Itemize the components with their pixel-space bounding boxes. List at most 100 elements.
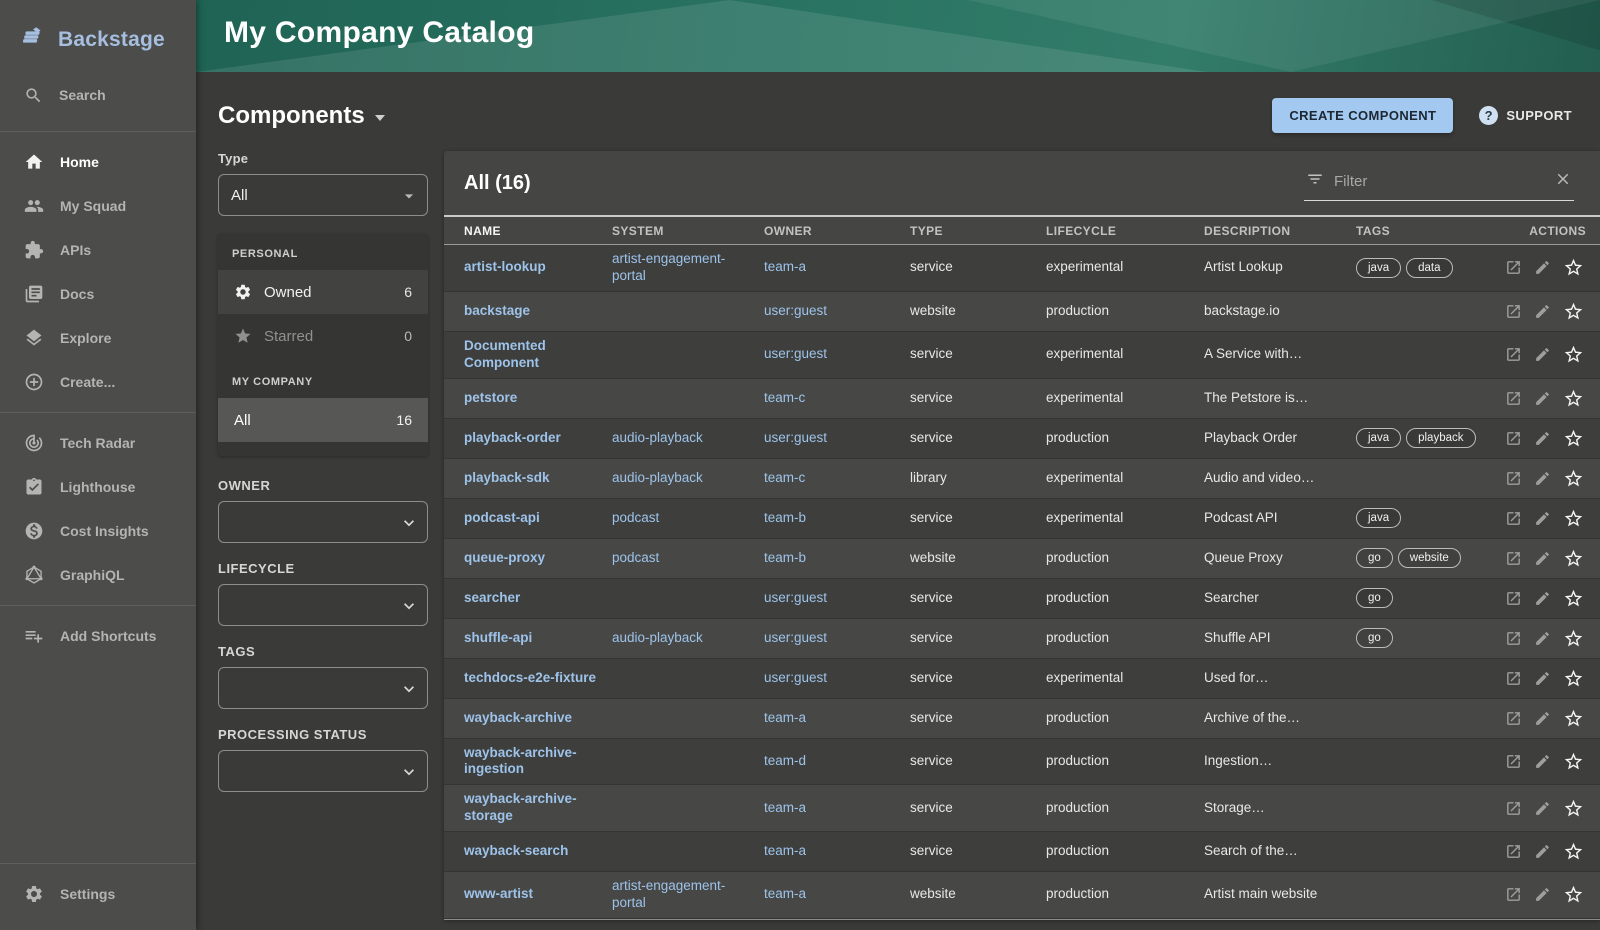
- entity-name-link[interactable]: podcast-api: [464, 510, 540, 525]
- system-link[interactable]: artist-engagement-portal: [612, 878, 725, 910]
- owner-link[interactable]: team-b: [764, 550, 806, 565]
- star-icon[interactable]: [1563, 344, 1584, 365]
- table-filter-input[interactable]: [1334, 173, 1544, 190]
- lifecycle-filter-select[interactable]: [218, 584, 428, 626]
- owner-link[interactable]: user:guest: [764, 670, 827, 685]
- system-link[interactable]: audio-playback: [612, 470, 703, 485]
- star-icon[interactable]: [1563, 668, 1584, 689]
- entity-name-link[interactable]: queue-proxy: [464, 550, 545, 565]
- open-in-new-icon[interactable]: [1505, 346, 1522, 363]
- open-in-new-icon[interactable]: [1505, 303, 1522, 320]
- open-in-new-icon[interactable]: [1505, 800, 1522, 817]
- sidebar-item-settings[interactable]: Settings: [0, 872, 196, 916]
- entity-name-link[interactable]: wayback-archive: [464, 710, 572, 725]
- entity-name-link[interactable]: techdocs-e2e-fixture: [464, 670, 596, 685]
- star-icon[interactable]: [1563, 628, 1584, 649]
- star-icon[interactable]: [1563, 751, 1584, 772]
- owner-link[interactable]: team-c: [764, 390, 805, 405]
- star-icon[interactable]: [1563, 798, 1584, 819]
- entity-name-link[interactable]: searcher: [464, 590, 520, 605]
- star-icon[interactable]: [1563, 588, 1584, 609]
- star-icon[interactable]: [1563, 548, 1584, 569]
- open-in-new-icon[interactable]: [1505, 843, 1522, 860]
- entity-name-link[interactable]: wayback-archive-storage: [464, 791, 577, 823]
- open-in-new-icon[interactable]: [1505, 670, 1522, 687]
- entity-name-link[interactable]: wayback-archive-ingestion: [464, 745, 577, 777]
- owner-link[interactable]: team-a: [764, 886, 806, 901]
- open-in-new-icon[interactable]: [1505, 510, 1522, 527]
- owner-link[interactable]: team-a: [764, 843, 806, 858]
- support-button[interactable]: ? SUPPORT: [1479, 106, 1572, 125]
- edit-icon[interactable]: [1534, 753, 1551, 770]
- star-icon[interactable]: [1563, 841, 1584, 862]
- edit-icon[interactable]: [1534, 550, 1551, 567]
- owner-link[interactable]: team-a: [764, 259, 806, 274]
- clear-filter-icon[interactable]: [1554, 170, 1572, 193]
- edit-icon[interactable]: [1534, 390, 1551, 407]
- system-link[interactable]: podcast: [612, 510, 659, 525]
- edit-icon[interactable]: [1534, 670, 1551, 687]
- edit-icon[interactable]: [1534, 346, 1551, 363]
- column-header-description[interactable]: DESCRIPTION: [1204, 224, 1356, 238]
- owner-link[interactable]: user:guest: [764, 430, 827, 445]
- star-icon[interactable]: [1563, 428, 1584, 449]
- star-icon[interactable]: [1563, 884, 1584, 905]
- open-in-new-icon[interactable]: [1505, 886, 1522, 903]
- sidebar-item-tech-radar[interactable]: Tech Radar: [0, 421, 196, 465]
- sidebar-item-home[interactable]: Home: [0, 140, 196, 184]
- open-in-new-icon[interactable]: [1505, 390, 1522, 407]
- entity-name-link[interactable]: petstore: [464, 390, 517, 405]
- owner-link[interactable]: user:guest: [764, 346, 827, 361]
- open-in-new-icon[interactable]: [1505, 430, 1522, 447]
- owner-link[interactable]: user:guest: [764, 630, 827, 645]
- owner-link[interactable]: team-c: [764, 470, 805, 485]
- entity-name-link[interactable]: shuffle-api: [464, 630, 532, 645]
- column-header-lifecycle[interactable]: LIFECYCLE: [1046, 224, 1204, 238]
- kind-picker-dropdown[interactable]: Components: [218, 102, 385, 130]
- type-filter-select[interactable]: All: [218, 174, 428, 216]
- star-icon[interactable]: [1563, 388, 1584, 409]
- column-header-type[interactable]: TYPE: [910, 224, 1046, 238]
- entity-name-link[interactable]: wayback-search: [464, 843, 568, 858]
- backstage-logo[interactable]: Backstage: [0, 0, 196, 73]
- entity-name-link[interactable]: backstage: [464, 303, 530, 318]
- system-link[interactable]: artist-engagement-portal: [612, 251, 725, 283]
- sidebar-item-cost-insights[interactable]: Cost Insights: [0, 509, 196, 553]
- edit-icon[interactable]: [1534, 510, 1551, 527]
- owner-link[interactable]: team-b: [764, 510, 806, 525]
- sidebar-item-docs[interactable]: Docs: [0, 272, 196, 316]
- system-link[interactable]: audio-playback: [612, 630, 703, 645]
- star-icon[interactable]: [1563, 301, 1584, 322]
- owner-link[interactable]: team-a: [764, 710, 806, 725]
- open-in-new-icon[interactable]: [1505, 630, 1522, 647]
- open-in-new-icon[interactable]: [1505, 753, 1522, 770]
- sidebar-item-my-squad[interactable]: My Squad: [0, 184, 196, 228]
- sidebar-item-explore[interactable]: Explore: [0, 316, 196, 360]
- owner-filter-select[interactable]: [218, 501, 428, 543]
- star-icon[interactable]: [1563, 468, 1584, 489]
- column-header-name[interactable]: NAME: [464, 224, 612, 238]
- all-filter-item[interactable]: All 16: [218, 398, 428, 442]
- edit-icon[interactable]: [1534, 843, 1551, 860]
- edit-icon[interactable]: [1534, 259, 1551, 276]
- starred-filter-item[interactable]: Starred 0: [218, 314, 428, 358]
- entity-name-link[interactable]: playback-order: [464, 430, 561, 445]
- create-component-button[interactable]: CREATE COMPONENT: [1272, 98, 1453, 133]
- edit-icon[interactable]: [1534, 630, 1551, 647]
- star-icon[interactable]: [1563, 708, 1584, 729]
- column-header-system[interactable]: SYSTEM: [612, 224, 764, 238]
- open-in-new-icon[interactable]: [1505, 590, 1522, 607]
- owned-filter-item[interactable]: Owned 6: [218, 270, 428, 314]
- star-icon[interactable]: [1563, 257, 1584, 278]
- entity-name-link[interactable]: Documented Component: [464, 338, 546, 370]
- edit-icon[interactable]: [1534, 886, 1551, 903]
- tags-filter-select[interactable]: [218, 667, 428, 709]
- sidebar-item-create[interactable]: Create...: [0, 360, 196, 404]
- sidebar-item-lighthouse[interactable]: Lighthouse: [0, 465, 196, 509]
- entity-name-link[interactable]: artist-lookup: [464, 259, 546, 274]
- edit-icon[interactable]: [1534, 590, 1551, 607]
- sidebar-item-add-shortcuts[interactable]: Add Shortcuts: [0, 614, 196, 658]
- owner-link[interactable]: user:guest: [764, 303, 827, 318]
- column-header-tags[interactable]: TAGS: [1356, 224, 1492, 238]
- edit-icon[interactable]: [1534, 710, 1551, 727]
